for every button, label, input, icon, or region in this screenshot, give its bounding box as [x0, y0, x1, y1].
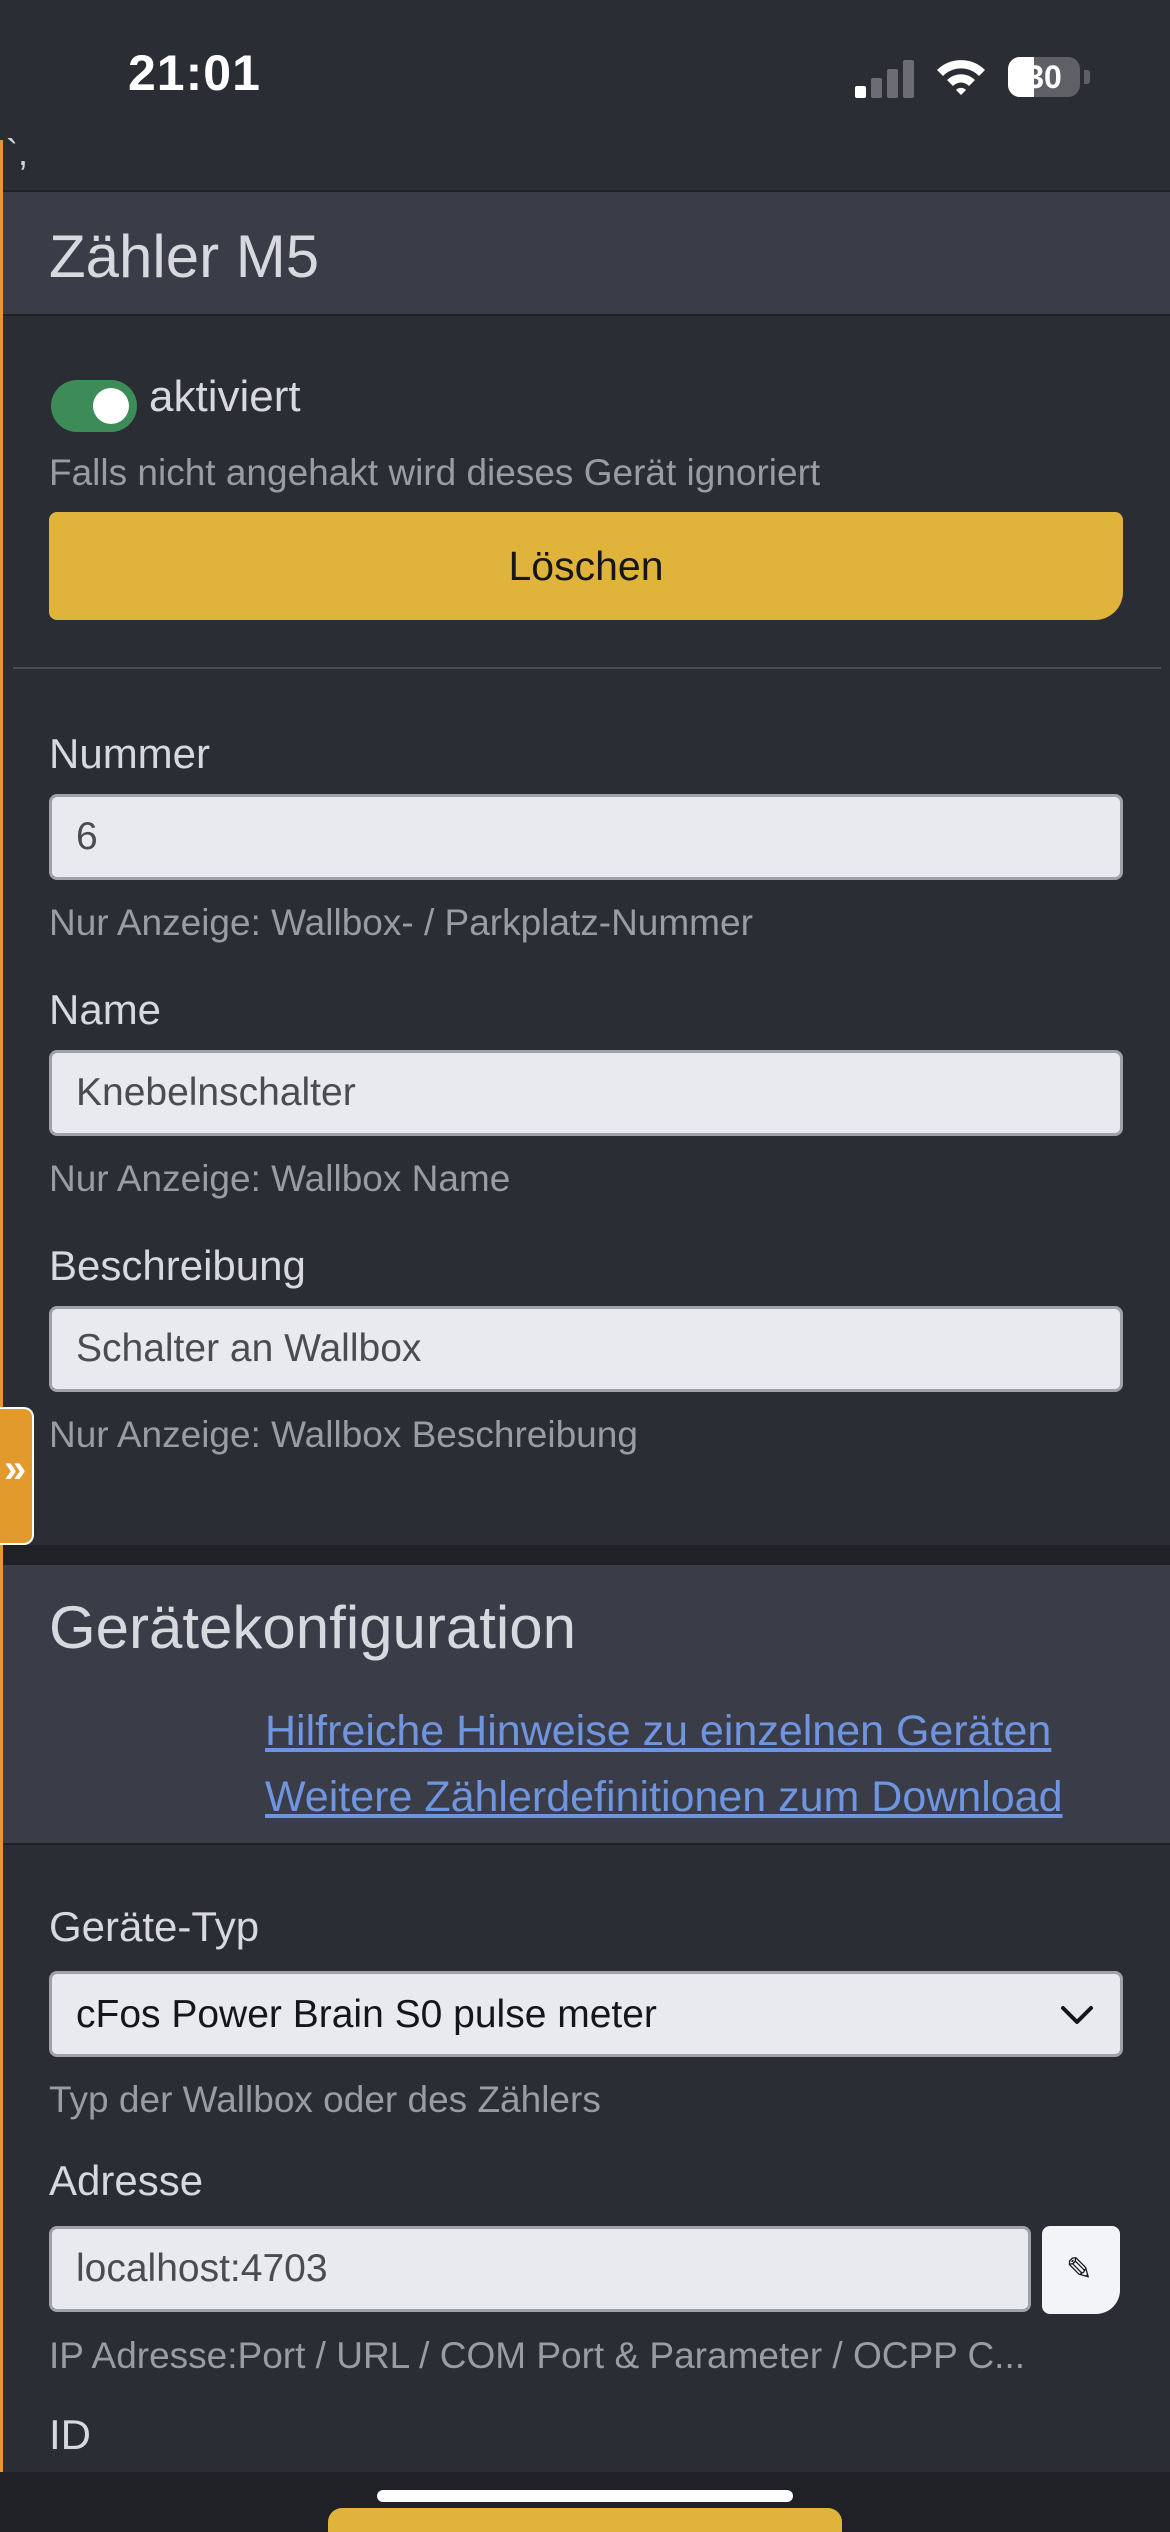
device-type-select[interactable]: cFos Power Brain S0 pulse meter [49, 1971, 1123, 2057]
number-input[interactable]: 6 [49, 794, 1123, 880]
description-label: Beschreibung [49, 1242, 306, 1289]
address-label: Adresse [49, 2157, 204, 2204]
device-config-title: Gerätekonfiguration [49, 1594, 576, 1661]
meter-definitions-download-link[interactable]: Weitere Zählerdefinitionen zum Download [265, 1773, 1063, 1822]
double-chevron-right-icon: » [4, 1447, 27, 1491]
status-bar: 21:01 30 [0, 0, 1170, 140]
side-drawer-tab[interactable]: » [0, 1407, 34, 1545]
name-label: Name [49, 986, 162, 1033]
pencil-icon: ✎ [1066, 2251, 1093, 2287]
address-edit-button[interactable]: ✎ [1042, 2226, 1120, 2314]
meter-card: Zähler M5 aktiviert Falls nicht angehakt… [3, 190, 1170, 1545]
wifi-icon [937, 60, 985, 95]
screen: 21:01 30 `, Zähler M5 aktiviert Falls ni… [0, 0, 1170, 2532]
bottom-action-button[interactable] [328, 2508, 842, 2532]
device-type-label: Geräte-Typ [49, 1903, 260, 1950]
status-time: 21:01 [128, 45, 261, 101]
description-input[interactable]: Schalter an Wallbox [49, 1306, 1123, 1392]
device-type-value: cFos Power Brain S0 pulse meter [76, 1993, 657, 2036]
number-help-text: Nur Anzeige: Wallbox- / Parkplatz-Nummer [49, 902, 753, 943]
battery-level: 30 [1026, 59, 1062, 95]
enabled-toggle[interactable] [51, 380, 137, 432]
device-hints-link[interactable]: Hilfreiche Hinweise zu einzelnen Geräten [265, 1707, 1051, 1756]
number-label: Nummer [49, 730, 211, 777]
card-separator [3, 1545, 1170, 1565]
enabled-help-text: Falls nicht angehakt wird dieses Gerät i… [49, 452, 821, 493]
name-help-text: Nur Anzeige: Wallbox Name [49, 1158, 511, 1199]
meter-title: Zähler M5 [49, 223, 320, 290]
meter-card-header: Zähler M5 [3, 190, 1170, 316]
address-input[interactable]: localhost:4703 [49, 2226, 1031, 2312]
delete-button[interactable]: Löschen [49, 512, 1123, 620]
name-input[interactable]: Knebelnschalter [49, 1050, 1123, 1136]
section-divider [13, 667, 1161, 669]
home-indicator [377, 2490, 793, 2502]
device-config-card: Gerätekonfiguration Hilfreiche Hinweise … [3, 1565, 1170, 2472]
address-help-text: IP Adresse:Port / URL / COM Port & Param… [49, 2335, 1026, 2376]
stray-text: `, [6, 132, 28, 173]
description-help-text: Nur Anzeige: Wallbox Beschreibung [49, 1414, 638, 1455]
battery-icon: 30 [1008, 57, 1090, 97]
cellular-signal-icon [855, 58, 915, 98]
id-label: ID [49, 2411, 91, 2458]
chevron-down-icon [1061, 2006, 1093, 2024]
toggle-knob [93, 388, 129, 424]
enabled-toggle-label: aktiviert [149, 372, 301, 421]
device-config-header: Gerätekonfiguration Hilfreiche Hinweise … [3, 1565, 1170, 1845]
device-type-help-text: Typ der Wallbox oder des Zählers [49, 2079, 601, 2120]
